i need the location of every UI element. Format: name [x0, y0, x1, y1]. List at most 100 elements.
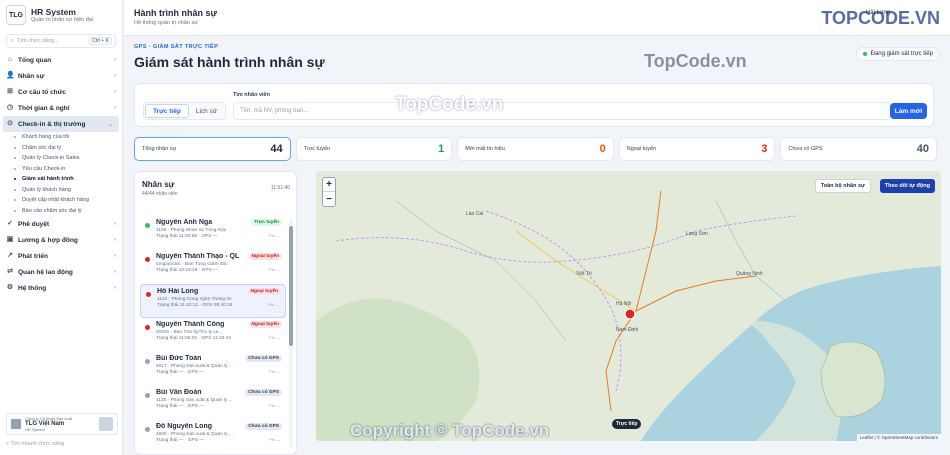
employee-meta: 1156 · Phòng Nhân sự Tổng hợp	[156, 228, 227, 233]
stat-value: 1	[438, 143, 445, 155]
filter-bar: Trực tiếp Lịch sử Tìm nhân viên Tên, mã …	[134, 83, 934, 127]
list-scrollbar[interactable]	[289, 218, 293, 448]
sidebar-item-label: Cơ cấu tổ chức	[18, 88, 66, 96]
employee-meta: 01001 · Ban Thư ký/Trợ lý ca...	[156, 330, 223, 335]
employee-row[interactable]: Nguyễn Anh Nga 1156 · Phòng Nhân sự Tổng …	[140, 216, 286, 250]
quick-search-input[interactable]: ⌕ Tìm nhanh chức năng	[6, 441, 64, 448]
company-card[interactable]: Công ty Cổ phần Sản xuất TLG Việt Nam HR…	[6, 413, 118, 435]
auto-follow-button[interactable]: Theo dõi tự động	[879, 179, 935, 193]
employee-row[interactable]: Đỗ Nguyên Long 4600 · Phòng Sản xuất & Qu…	[140, 420, 286, 454]
list-title: Nhân sự	[142, 180, 175, 189]
wallet-icon: ▣	[6, 236, 14, 243]
status-dot	[145, 427, 150, 432]
sidebar-item-payroll[interactable]: ▣ Lương & hợp đồng ›	[0, 232, 122, 248]
stat-online[interactable]: Trực tuyến 1	[295, 137, 453, 161]
employee-row[interactable]: Nguyễn Thành Công 01001 · Ban Thư ký/Trợ …	[140, 318, 286, 352]
map-label: Quảng Ninh	[736, 271, 763, 277]
watermark-center: TopCode.vn	[395, 94, 504, 115]
pin-icon: ⊙	[7, 120, 13, 127]
sidebar-subitem-active[interactable]: Giám sát hành trình	[0, 174, 122, 185]
chevron-right-icon: ›	[114, 237, 116, 243]
sidebar-subitem[interactable]: Khách hàng của tôi	[0, 132, 122, 143]
watermark-mid: TopCode.vn	[644, 51, 747, 71]
sidebar-item-approval[interactable]: ✓ Phê duyệt ›	[0, 216, 122, 232]
sidebar-subitem[interactable]: Duyệt cập nhật khách hàng	[0, 195, 122, 206]
stat-value: 44	[270, 143, 283, 155]
sidebar-item-time[interactable]: ◷ Thời gian & nghỉ ›	[0, 100, 122, 116]
employee-row[interactable]: Nguyễn Thành Thạo - QL tongiamdoc · Ban T…	[140, 250, 286, 284]
users-icon: 👤	[6, 72, 15, 79]
sidebar-item-system[interactable]: ⚙ Hệ thống ›	[0, 280, 122, 296]
employee-name: Nguyễn Thành Công	[156, 321, 225, 328]
stat-label: Tổng nhân sự	[142, 146, 177, 152]
battery-label: Pin —	[269, 335, 280, 340]
topbar-title: Hành trình nhân sự	[134, 8, 218, 18]
sidebar-item-org[interactable]: ⊞ Cơ cấu tổ chức ›	[0, 84, 122, 100]
status-dot	[145, 257, 150, 262]
employee-row[interactable]: Hồ Hải Long 1142 · Phòng Công nghệ Thông …	[140, 284, 286, 318]
stat-total[interactable]: Tổng nhân sự 44	[134, 137, 291, 161]
list-count: 44/44 nhân viên	[142, 191, 178, 197]
map-label: Nam Định	[616, 327, 639, 333]
map-attribution[interactable]: Leaflet | © OpenStreetMap contributors	[856, 434, 941, 441]
sidebar-item-checkin[interactable]: ⊙ Check-in & thị trường ⌄	[3, 116, 119, 132]
battery-label: Pin —	[269, 267, 280, 272]
sidebar-item-labor[interactable]: ⇄ Quan hệ lao động ›	[0, 264, 122, 280]
sidebar-search-input[interactable]: ⌕ Tìm chức năng... Ctrl + K	[6, 34, 116, 48]
chevron-right-icon: ›	[114, 57, 116, 63]
status-badge: Ngoại tuyến	[248, 253, 282, 260]
employee-status-line: Trạng thái 11:55:02 · GPS 11:34:44	[156, 336, 232, 341]
refresh-button[interactable]: Làm mới	[890, 103, 927, 119]
sidebar-item-label: Hệ thống	[18, 284, 47, 292]
sidebar-item-label: Tổng quan	[18, 56, 52, 64]
employee-meta: 4600 · Phòng Sản xuất & Quản lý ...	[156, 432, 233, 437]
status-dot	[145, 325, 150, 330]
sidebar-subitem[interactable]: Yêu cầu Check-in	[0, 164, 122, 175]
sidebar-item-development[interactable]: ↗ Phát triển ›	[0, 248, 122, 264]
show-all-staff-button[interactable]: Toàn bộ nhân sự	[814, 179, 871, 193]
scroll-thumb[interactable]	[289, 226, 293, 346]
chevron-right-icon: ›	[114, 269, 116, 275]
employee-meta: 1142 · Phòng Công nghệ Thông tin	[157, 297, 232, 302]
employee-row[interactable]: Bùi Văn Đoàn 1135 · Phòng Sản xuất & Quản…	[140, 386, 286, 420]
zoom-in-button[interactable]: +	[323, 178, 335, 192]
company-line3: HR System	[25, 427, 46, 432]
status-dot	[145, 223, 150, 228]
chevron-right-icon: ›	[114, 285, 116, 291]
battery-label: Pin —	[268, 302, 279, 307]
employee-name: Bùi Đức Toàn	[156, 355, 202, 362]
brand-subtitle: Quản trị nhân sự hiện đại	[31, 17, 94, 23]
stat-lost-signal[interactable]: Mới mất tín hiệu 0	[457, 137, 614, 161]
sidebar-subitem[interactable]: Báo cáo chăm sóc đại lý	[0, 206, 122, 217]
status-badge: Chưa có GPS	[245, 355, 282, 362]
employee-search-input[interactable]: Tên, mã NV, phòng ban...	[233, 102, 891, 120]
brand[interactable]: TLG HR System Quản trị nhân sự hiện đại	[0, 0, 122, 30]
employee-meta: 1135 · Phòng Sản xuất & Quản lý ...	[156, 398, 233, 403]
employee-name: Nguyễn Thành Thạo - QL	[156, 253, 240, 260]
status-badge: Ngoại tuyến	[248, 321, 282, 328]
battery-label: Pin —	[269, 403, 280, 408]
map[interactable]: Hà Nội Nam Định Việt Trì Lào Cai Lạng Sơ…	[316, 171, 941, 441]
tab-live[interactable]: Trực tiếp	[145, 104, 189, 118]
sidebar: TLG HR System Quản trị nhân sự hiện đại …	[0, 0, 123, 455]
stat-no-gps[interactable]: Chưa có GPS 40	[780, 137, 937, 161]
tab-history[interactable]: Lịch sử	[189, 104, 224, 118]
stat-label: Mới mất tín hiệu	[465, 146, 505, 152]
stat-offline[interactable]: Ngoại tuyến 3	[618, 137, 776, 161]
sidebar-item-staff[interactable]: 👤 Nhân sự ›	[0, 68, 122, 84]
chevron-right-icon: ›	[114, 221, 116, 227]
list-time: 11:51:40	[270, 185, 290, 191]
employee-row[interactable]: Bùi Đức Toàn 5017 · Phòng Sản xuất & Quản…	[140, 352, 286, 386]
sidebar-subitem[interactable]: Quản lý khách hàng	[0, 185, 122, 196]
stat-value: 0	[599, 143, 606, 155]
stat-value: 3	[761, 143, 768, 155]
employee-name: Nguyễn Anh Nga	[156, 219, 213, 226]
sidebar-subitem[interactable]: Quản lý Check-in Sales	[0, 153, 122, 164]
sidebar-item-overview[interactable]: ⌂ Tổng quan ›	[0, 52, 122, 68]
home-icon: ⌂	[7, 56, 13, 63]
employee-name: Hồ Hải Long	[157, 288, 199, 295]
zoom-out-button[interactable]: −	[323, 192, 335, 206]
sidebar-item-label: Thời gian & nghỉ	[18, 104, 70, 112]
sidebar-subitem[interactable]: Chăm sóc đại lý	[0, 143, 122, 154]
shortcut-badge: Ctrl + K	[89, 37, 112, 45]
